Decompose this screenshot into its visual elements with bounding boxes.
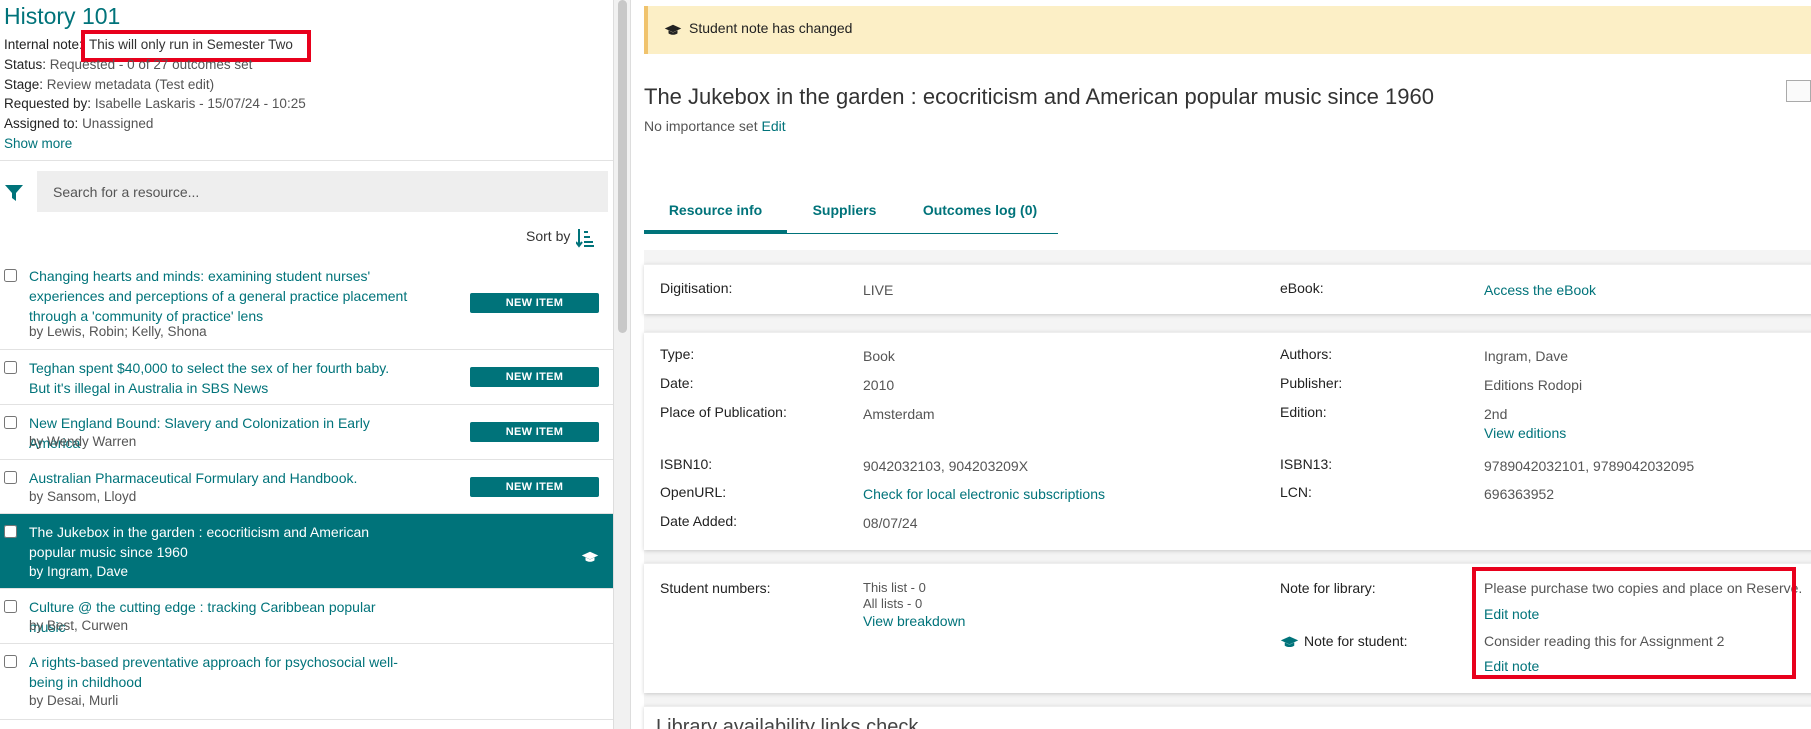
assigned-line: Assigned to: Unassigned: [4, 116, 154, 131]
item-checkbox[interactable]: [4, 525, 17, 538]
status-line: Status: Requested - 0 of 27 outcomes set: [4, 57, 253, 72]
divider: [0, 160, 613, 161]
importance-edit-link[interactable]: Edit: [762, 118, 786, 134]
list-item[interactable]: Teghan spent $40,000 to select the sex o…: [0, 350, 613, 405]
student-numbers-label: Student numbers:: [660, 580, 771, 596]
item-authors: by Ingram, Dave: [29, 564, 129, 579]
openurl-label: OpenURL:: [660, 484, 727, 500]
broken-image-icon: [1786, 80, 1811, 102]
highlight-box: [1472, 567, 1796, 679]
ebook-label: eBook:: [1280, 280, 1324, 296]
isbn10-label: ISBN10:: [660, 456, 713, 472]
item-checkbox[interactable]: [4, 269, 17, 282]
new-item-badge: NEW ITEM: [470, 477, 599, 497]
tab-resource-info[interactable]: Resource info: [644, 199, 787, 234]
item-title[interactable]: Changing hearts and minds: examining stu…: [29, 266, 409, 326]
item-checkbox[interactable]: [4, 600, 17, 613]
importance: No importance set Edit: [644, 118, 786, 134]
graduation-cap-icon: [581, 551, 599, 562]
isbn13-value: 9789042032101, 9789042032095: [1484, 458, 1695, 474]
new-item-badge: NEW ITEM: [470, 293, 599, 313]
date-added-value: 08/07/24: [863, 515, 918, 531]
isbn10-value: 9042032103, 904203209X: [863, 458, 1029, 474]
tab-bar: Resource info Suppliers Outcomes log (0): [644, 199, 1058, 234]
filter-icon[interactable]: [4, 183, 24, 203]
item-authors: by Wendy Warren: [29, 434, 137, 449]
place-label: Place of Publication:: [660, 404, 787, 420]
note-student-label: Note for student:: [1304, 633, 1408, 649]
lcn-value: 696363952: [1484, 486, 1555, 502]
date-label: Date:: [660, 375, 694, 391]
list-item-selected[interactable]: The Jukebox in the garden : ecocriticism…: [0, 514, 613, 589]
lcn-label: LCN:: [1280, 484, 1312, 500]
graduation-cap-icon: [664, 24, 682, 35]
item-authors: by Lewis, Robin; Kelly, Shona: [29, 324, 207, 339]
all-lists-count: All lists - 0: [863, 596, 923, 611]
new-item-badge: NEW ITEM: [470, 422, 599, 442]
list-item[interactable]: Australian Pharmaceutical Formulary and …: [0, 460, 613, 514]
item-authors: by Best, Curwen: [29, 618, 129, 633]
place-value: Amsterdam: [863, 406, 935, 422]
publisher-label: Publisher:: [1280, 375, 1343, 391]
list-item[interactable]: New England Bound: Slavery and Colonizat…: [0, 405, 613, 460]
list-item[interactable]: A rights-based preventative approach for…: [0, 644, 613, 720]
type-label: Type:: [660, 346, 695, 362]
list-title[interactable]: History 101: [4, 3, 120, 30]
this-list-count: This list - 0: [863, 580, 926, 595]
internal-note: Internal note:: [4, 37, 83, 52]
item-checkbox[interactable]: [4, 416, 17, 429]
item-checkbox[interactable]: [4, 655, 17, 668]
tab-suppliers[interactable]: Suppliers: [787, 199, 902, 234]
sort-by-label[interactable]: Sort by: [526, 228, 570, 244]
resource-title: The Jukebox in the garden : ecocriticism…: [644, 84, 1434, 109]
item-title[interactable]: Australian Pharmaceutical Formulary and …: [29, 468, 409, 488]
stage-line: Stage: Review metadata (Test edit): [4, 77, 215, 92]
view-editions-link[interactable]: View editions: [1484, 425, 1566, 441]
new-item-badge: NEW ITEM: [470, 367, 599, 387]
metadata-card: Type: Book Date: 2010 Place of Publicati…: [644, 332, 1811, 550]
item-authors: by Sansom, Lloyd: [29, 489, 137, 504]
item-title[interactable]: A rights-based preventative approach for…: [29, 652, 409, 692]
date-value: 2010: [863, 377, 895, 393]
type-value: Book: [863, 348, 895, 364]
sort-icon[interactable]: [576, 228, 594, 248]
date-added-label: Date Added:: [660, 513, 738, 529]
digitisation-value: LIVE: [863, 282, 894, 298]
search-input[interactable]: [37, 171, 608, 212]
tab-outcomes-log[interactable]: Outcomes log (0): [902, 199, 1058, 234]
ebook-link[interactable]: Access the eBook: [1484, 282, 1596, 298]
view-breakdown-link[interactable]: View breakdown: [863, 613, 965, 629]
graduation-cap-icon: [1280, 636, 1299, 648]
edition-label: Edition:: [1280, 404, 1327, 420]
alert-banner: Student note has changed: [644, 6, 1811, 54]
item-title[interactable]: The Jukebox in the garden : ecocriticism…: [29, 522, 409, 562]
resource-detail-panel: Student note has changed The Jukebox in …: [631, 0, 1811, 729]
requested-by-line: Requested by: Isabelle Laskaris - 15/07/…: [4, 96, 306, 111]
isbn13-label: ISBN13:: [1280, 456, 1333, 472]
item-authors: by Desai, Murli: [29, 693, 119, 708]
note-library-label: Note for library:: [1280, 580, 1376, 596]
item-checkbox[interactable]: [4, 471, 17, 484]
edition-value: 2nd: [1484, 406, 1508, 422]
digitisation-card: Digitisation: LIVE eBook: Access the eBo…: [644, 264, 1811, 314]
openurl-link[interactable]: Check for local electronic subscriptions: [863, 486, 1105, 502]
scrollbar-thumb[interactable]: [618, 0, 627, 333]
publisher-value: Editions Rodopi: [1484, 377, 1583, 393]
item-title[interactable]: Teghan spent $40,000 to select the sex o…: [29, 358, 409, 398]
show-more-link[interactable]: Show more: [4, 136, 72, 151]
list-item[interactable]: Changing hearts and minds: examining stu…: [0, 258, 613, 350]
digitisation-label: Digitisation:: [660, 280, 733, 296]
availability-heading: Library availability links check: [656, 716, 919, 729]
authors-value: Ingram, Dave: [1484, 348, 1569, 364]
item-checkbox[interactable]: [4, 361, 17, 374]
list-item[interactable]: Culture @ the cutting edge : tracking Ca…: [0, 589, 613, 644]
alert-text: Student note has changed: [689, 20, 853, 36]
authors-label: Authors:: [1280, 346, 1333, 362]
resource-list-panel: History 101 Internal note: This will onl…: [0, 0, 614, 729]
